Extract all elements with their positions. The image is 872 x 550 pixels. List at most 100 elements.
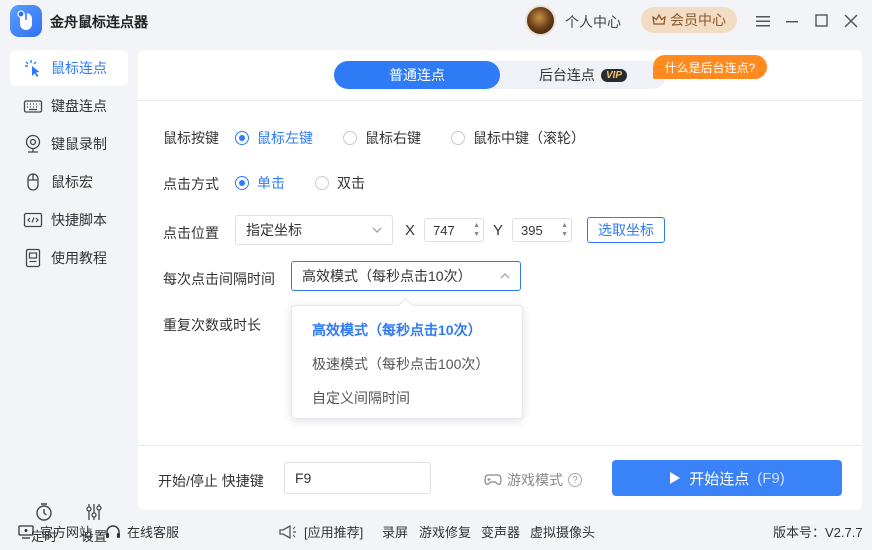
menu-icon[interactable] [753, 11, 773, 31]
maximize-icon[interactable] [812, 11, 832, 31]
dropdown-option-efficient[interactable]: 高效模式（每秒点击10次） [312, 320, 482, 340]
mouse-click-icon [23, 58, 43, 78]
radio-middle-button[interactable]: 鼠标中键（滚轮） [451, 128, 585, 148]
profile-link[interactable]: 个人中心 [565, 12, 621, 32]
tab-normal-label: 普通连点 [389, 67, 445, 83]
chevron-down-icon [372, 227, 382, 233]
crown-icon [652, 13, 666, 25]
footer-divider [138, 445, 862, 446]
sidebar-item-record[interactable]: 键鼠录制 [10, 126, 128, 162]
hotkey-input[interactable]: F9 [284, 462, 431, 494]
interval-label: 每次点击间隔时间 [163, 271, 275, 287]
sidebar-item-tutorial[interactable]: 使用教程 [10, 240, 128, 276]
help-icon[interactable]: ? [568, 473, 582, 487]
position-select-value: 指定坐标 [246, 222, 302, 238]
title-bar: 金舟鼠标连点器 个人中心 会员中心 [0, 0, 872, 42]
radio-label: 鼠标中键（滚轮） [473, 130, 585, 146]
sidebar-item-keyboard[interactable]: 键盘连点 [10, 88, 128, 124]
header-divider [138, 100, 862, 101]
link-label: 虚拟摄像头 [530, 525, 596, 540]
keyboard-icon [23, 96, 43, 116]
stepper-arrows-icon[interactable]: ▲ ▼ [561, 221, 568, 239]
radio-right-button[interactable]: 鼠标右键 [343, 128, 421, 148]
official-website-link[interactable]: 官方网站 [18, 522, 92, 541]
app-title: 金舟鼠标连点器 [50, 14, 148, 30]
link-screen-record[interactable]: 录屏 [382, 522, 408, 541]
position-select[interactable]: 指定坐标 [235, 215, 393, 245]
radio-dot [315, 176, 329, 190]
dropdown-option-custom[interactable]: 自定义间隔时间 [312, 388, 410, 408]
radio-single-click[interactable]: 单击 [235, 173, 285, 193]
vip-center-button[interactable]: 会员中心 [641, 7, 737, 33]
sidebar: 鼠标连点 键盘连点 键鼠录制 鼠标宏 快捷脚本 使用教程 定时 设置 [0, 42, 138, 544]
webcam-record-icon [23, 134, 43, 154]
recommend-section: [应用推荐] [278, 522, 363, 541]
avatar[interactable] [525, 5, 556, 36]
mouse-icon [23, 172, 43, 192]
tab-normal-click[interactable]: 普通连点 [334, 61, 500, 89]
mouse-button-label: 鼠标按键 [163, 130, 219, 146]
y-coordinate-value: 395 [521, 222, 543, 238]
tab-background-click[interactable]: 后台连点 VIP [500, 61, 666, 89]
online-support-label: 在线客服 [127, 525, 180, 540]
chevron-up-icon [500, 273, 510, 279]
recommend-label: [应用推荐] [304, 525, 364, 540]
start-click-button[interactable]: 开始连点 (F9) [612, 460, 842, 496]
radio-dot [451, 131, 465, 145]
link-label: 游戏修复 [419, 525, 472, 540]
sidebar-item-mouse-click[interactable]: 鼠标连点 [10, 50, 128, 86]
official-website-label: 官方网站 [40, 525, 93, 540]
link-label: 录屏 [382, 525, 409, 540]
start-hotkey-hint: (F9) [757, 469, 785, 487]
tab-background-label: 后台连点 [538, 67, 595, 83]
pick-coordinate-button[interactable]: 选取坐标 [587, 217, 665, 243]
app-logo-icon [10, 5, 42, 37]
code-icon [23, 210, 43, 230]
vip-center-label: 会员中心 [670, 12, 726, 28]
game-mode-toggle[interactable]: 游戏模式 ? [484, 470, 582, 490]
sidebar-item-label: 鼠标连点 [51, 60, 107, 76]
sidebar-item-label: 键盘连点 [51, 98, 107, 114]
megaphone-icon [279, 524, 296, 539]
radio-left-button[interactable]: 鼠标左键 [235, 128, 313, 148]
online-support-link[interactable]: 在线客服 [105, 522, 179, 541]
sidebar-item-label: 键鼠录制 [51, 136, 107, 152]
headset-icon [106, 524, 120, 538]
hotkey-label: 开始/停止 快捷键 [158, 473, 264, 489]
monitor-icon [18, 524, 34, 539]
status-bar: 官方网站 在线客服 [应用推荐] 录屏 游戏修复 变声器 虚拟摄像头 版本号：V… [0, 510, 872, 550]
gamepad-icon [484, 474, 502, 485]
start-click-label: 开始连点 [689, 470, 750, 488]
dropdown-option-extreme[interactable]: 极速模式（每秒点击100次） [312, 354, 489, 374]
mode-tabs: 普通连点 后台连点 VIP [334, 61, 666, 89]
link-game-repair[interactable]: 游戏修复 [419, 522, 471, 541]
stepper-arrows-icon[interactable]: ▲ ▼ [473, 221, 480, 239]
x-axis-label: X [405, 222, 416, 239]
game-mode-label: 游戏模式 [507, 472, 563, 488]
sidebar-item-script[interactable]: 快捷脚本 [10, 202, 128, 238]
vip-badge: VIP [600, 68, 628, 82]
interval-select-value: 高效模式（每秒点击10次） [302, 268, 472, 284]
close-icon[interactable] [841, 11, 861, 31]
sidebar-item-mouse-macro[interactable]: 鼠标宏 [10, 164, 128, 200]
background-click-hint[interactable]: 什么是后台连点? [653, 55, 767, 79]
link-voice-changer[interactable]: 变声器 [481, 522, 520, 541]
interval-dropdown: 高效模式（每秒点击10次） 极速模式（每秒点击100次） 自定义间隔时间 [291, 305, 523, 419]
sidebar-item-label: 快捷脚本 [51, 212, 107, 228]
click-mode-label: 点击方式 [163, 176, 219, 192]
radio-label: 双击 [337, 175, 365, 191]
y-coordinate-stepper[interactable]: 395 ▲ ▼ [512, 218, 572, 242]
minimize-icon[interactable] [783, 11, 803, 31]
radio-dot [343, 131, 357, 145]
link-virtual-camera[interactable]: 虚拟摄像头 [530, 522, 595, 541]
y-axis-label: Y [493, 222, 504, 239]
x-coordinate-stepper[interactable]: 747 ▲ ▼ [424, 218, 484, 242]
radio-double-click[interactable]: 双击 [315, 173, 365, 193]
radio-dot [235, 131, 249, 145]
interval-select[interactable]: 高效模式（每秒点击10次） [291, 261, 521, 291]
hotkey-value: F9 [295, 470, 312, 486]
radio-label: 鼠标右键 [365, 130, 421, 146]
sidebar-item-label: 使用教程 [51, 250, 107, 266]
tutorial-icon [23, 248, 43, 268]
play-icon [670, 472, 681, 484]
